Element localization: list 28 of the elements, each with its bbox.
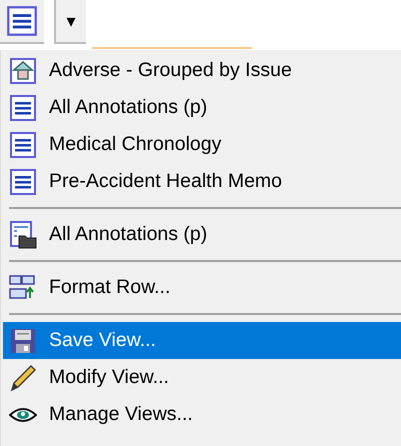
menu-item[interactable]: All Annotations (p) bbox=[3, 216, 401, 253]
pencil-icon bbox=[9, 364, 37, 392]
menu-item[interactable]: Modify View... bbox=[3, 359, 401, 396]
menu-item[interactable]: Manage Views... bbox=[3, 396, 401, 433]
document-folder-icon bbox=[9, 220, 37, 248]
menu-item[interactable]: Adverse - Grouped by Issue bbox=[3, 52, 401, 89]
document-icon bbox=[9, 94, 37, 122]
menu-item[interactable]: Format Row... bbox=[3, 269, 401, 306]
menu-item[interactable]: All Annotations (p) bbox=[3, 89, 401, 126]
document-icon bbox=[9, 168, 37, 196]
view-list-icon bbox=[6, 5, 38, 37]
document-icon bbox=[9, 130, 37, 158]
menu-item-label: Modify View... bbox=[49, 364, 169, 390]
menu-item-label: Manage Views... bbox=[49, 402, 193, 427]
dropdown-button[interactable]: ▾ bbox=[54, 0, 86, 44]
menu-item-label: All Annotations (p) bbox=[49, 222, 208, 247]
menu-item-label: Medical Chronology bbox=[49, 132, 222, 157]
menu-item-label: Format Row... bbox=[49, 274, 170, 300]
menu-item-label: All Annotations (p) bbox=[49, 94, 208, 120]
menu-item-label: Save View... bbox=[49, 328, 156, 353]
menu-item[interactable]: Medical Chronology bbox=[3, 126, 401, 163]
house-icon bbox=[9, 56, 37, 84]
view-button[interactable] bbox=[0, 0, 44, 44]
table-arrow-icon bbox=[9, 274, 37, 302]
menu-item-label: Pre-Accident Health Memo bbox=[49, 168, 282, 194]
menu-item[interactable]: Pre-Accident Health Memo bbox=[3, 163, 401, 200]
menu-item-label: Adverse - Grouped by Issue bbox=[49, 58, 292, 83]
menu-item[interactable]: Save View... bbox=[3, 322, 401, 359]
